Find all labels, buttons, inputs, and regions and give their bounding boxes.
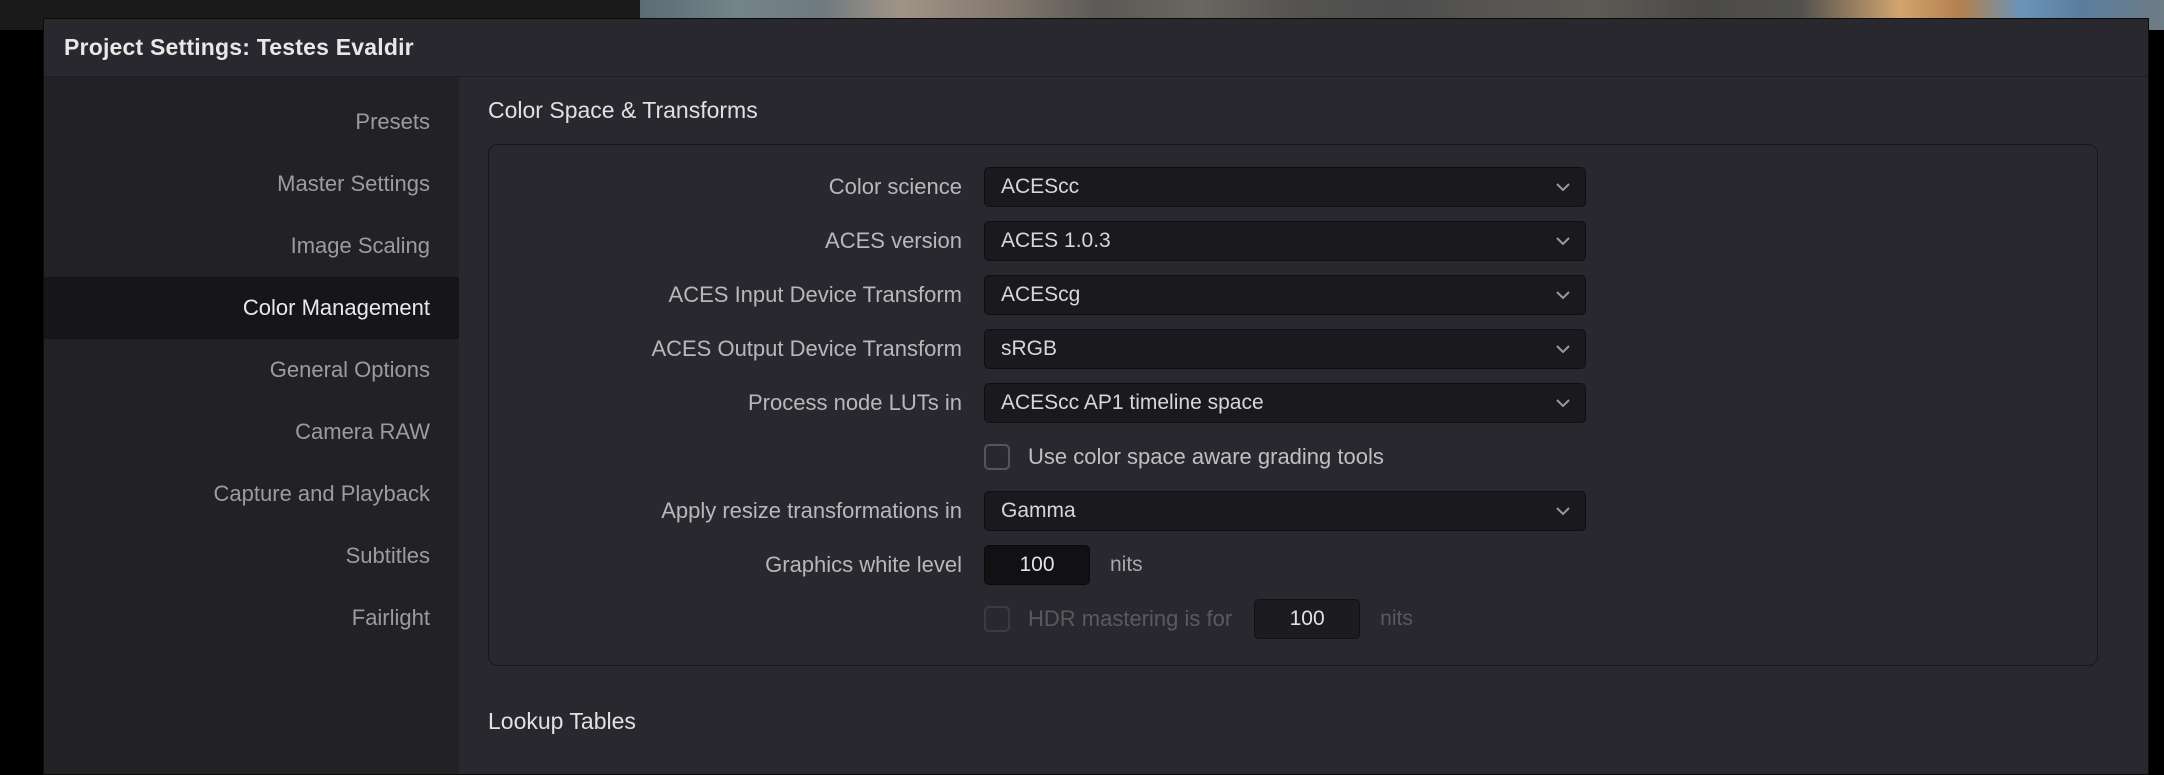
project-settings-dialog: Project Settings: Testes Evaldir Presets… [43, 18, 2149, 775]
label-resize-in: Apply resize transformations in [529, 498, 984, 524]
select-value: ACES 1.0.3 [1001, 229, 1111, 253]
checkbox-hdr-mastering [984, 606, 1010, 632]
sidebar-item-master-settings[interactable]: Master Settings [44, 153, 459, 215]
label-aces-odt: ACES Output Device Transform [529, 336, 984, 362]
label-process-luts: Process node LUTs in [529, 390, 984, 416]
input-hdr-mastering [1254, 599, 1360, 639]
sidebar-item-label: Master Settings [277, 171, 430, 197]
sidebar-item-label: Color Management [243, 295, 430, 321]
sidebar-item-image-scaling[interactable]: Image Scaling [44, 215, 459, 277]
select-value: Gamma [1001, 499, 1076, 523]
sidebar-item-capture-playback[interactable]: Capture and Playback [44, 463, 459, 525]
row-resize-in: Apply resize transformations in Gamma [529, 491, 2057, 531]
settings-content: Color Space & Transforms Color science A… [459, 77, 2148, 774]
sidebar-item-label: Capture and Playback [214, 481, 430, 507]
sidebar-item-label: General Options [270, 357, 430, 383]
select-value: ACEScc [1001, 175, 1079, 199]
row-aces-idt: ACES Input Device Transform ACEScg [529, 275, 2057, 315]
select-aces-odt[interactable]: sRGB [984, 329, 1586, 369]
dialog-body: Presets Master Settings Image Scaling Co… [44, 77, 2148, 774]
select-value: sRGB [1001, 337, 1057, 361]
sidebar-item-label: Presets [355, 109, 430, 135]
label-hdr-mastering: HDR mastering is for [1028, 606, 1232, 632]
select-value: ACEScc AP1 timeline space [1001, 391, 1264, 415]
sidebar-item-subtitles[interactable]: Subtitles [44, 525, 459, 587]
row-aces-version: ACES version ACES 1.0.3 [529, 221, 2057, 261]
row-color-science: Color science ACEScc [529, 167, 2057, 207]
input-gfx-white[interactable] [984, 545, 1090, 585]
row-color-aware: Use color space aware grading tools [529, 437, 2057, 477]
chevron-down-icon [1553, 393, 1573, 413]
dialog-titlebar: Project Settings: Testes Evaldir [44, 19, 2148, 77]
color-space-panel: Color science ACEScc ACES version ACES 1… [488, 144, 2098, 666]
select-value: ACEScg [1001, 283, 1080, 307]
row-process-luts: Process node LUTs in ACEScc AP1 timeline… [529, 383, 2057, 423]
select-process-luts[interactable]: ACEScc AP1 timeline space [984, 383, 1586, 423]
checkbox-color-aware[interactable] [984, 444, 1010, 470]
settings-sidebar: Presets Master Settings Image Scaling Co… [44, 77, 459, 774]
chevron-down-icon [1553, 339, 1573, 359]
sidebar-item-camera-raw[interactable]: Camera RAW [44, 401, 459, 463]
dialog-title: Project Settings: Testes Evaldir [64, 34, 414, 61]
section-title-color-space: Color Space & Transforms [488, 97, 2098, 124]
select-aces-version[interactable]: ACES 1.0.3 [984, 221, 1586, 261]
chevron-down-icon [1553, 285, 1573, 305]
sidebar-item-label: Subtitles [346, 543, 430, 569]
chevron-down-icon [1553, 177, 1573, 197]
chevron-down-icon [1553, 231, 1573, 251]
sidebar-item-fairlight[interactable]: Fairlight [44, 587, 459, 649]
row-hdr-mastering: HDR mastering is for nits [529, 599, 2057, 639]
chevron-down-icon [1553, 501, 1573, 521]
select-resize-in[interactable]: Gamma [984, 491, 1586, 531]
sidebar-item-presets[interactable]: Presets [44, 91, 459, 153]
sidebar-item-label: Image Scaling [291, 233, 430, 259]
select-color-science[interactable]: ACEScc [984, 167, 1586, 207]
sidebar-item-color-management[interactable]: Color Management [44, 277, 459, 339]
sidebar-item-label: Camera RAW [295, 419, 430, 445]
section-title-lookup-tables: Lookup Tables [488, 708, 2098, 735]
sidebar-item-general-options[interactable]: General Options [44, 339, 459, 401]
label-aces-version: ACES version [529, 228, 984, 254]
unit-hdr-mastering: nits [1380, 607, 1413, 631]
label-aces-idt: ACES Input Device Transform [529, 282, 984, 308]
unit-gfx-white: nits [1110, 553, 1143, 577]
checkbox-label-color-aware: Use color space aware grading tools [1028, 444, 1384, 470]
label-color-science: Color science [529, 174, 984, 200]
label-gfx-white: Graphics white level [529, 552, 984, 578]
sidebar-item-label: Fairlight [352, 605, 430, 631]
row-gfx-white: Graphics white level nits [529, 545, 2057, 585]
select-aces-idt[interactable]: ACEScg [984, 275, 1586, 315]
row-aces-odt: ACES Output Device Transform sRGB [529, 329, 2057, 369]
